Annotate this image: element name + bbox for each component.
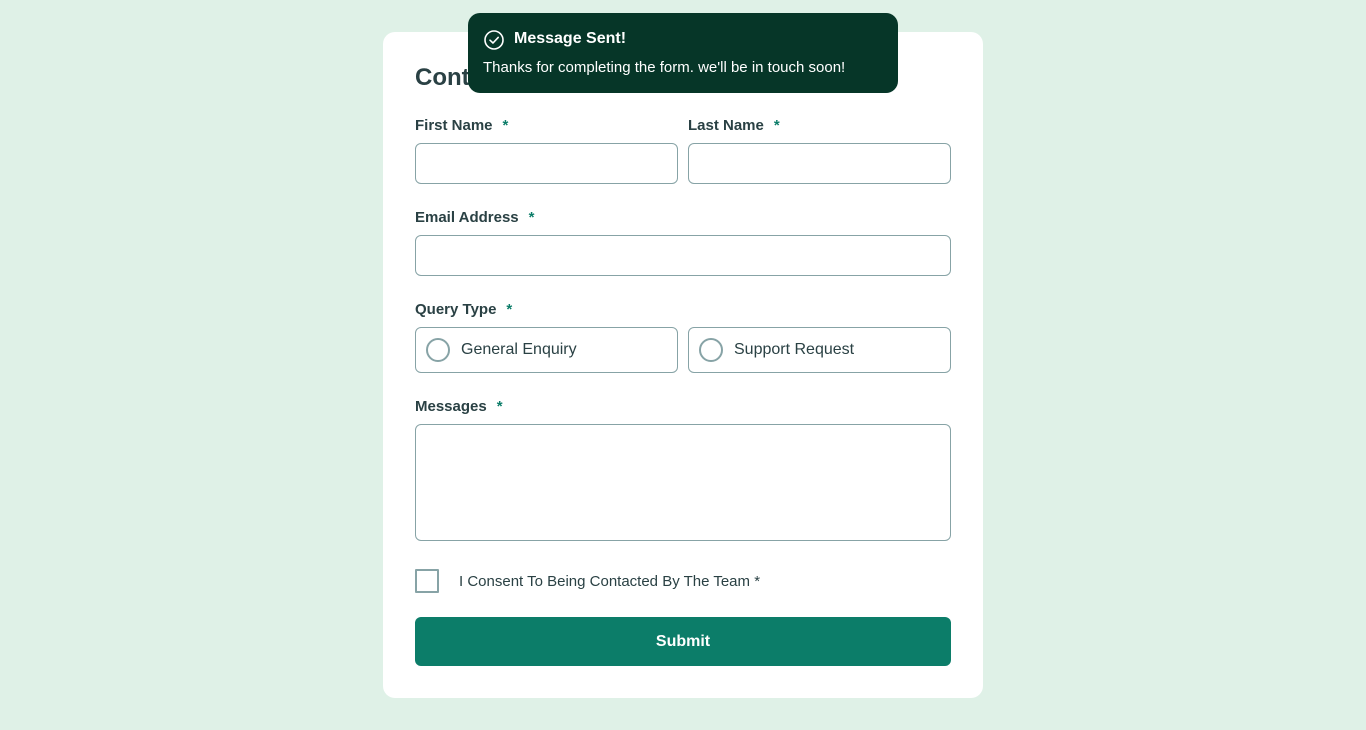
consent-label: I Consent To Being Contacted By The Team…: [459, 573, 760, 590]
email-label: Email Address *: [415, 209, 535, 226]
check-circle-icon: [483, 29, 505, 51]
radio-circle-icon[interactable]: [699, 338, 723, 362]
required-marker: *: [528, 209, 535, 226]
required-marker: *: [496, 398, 503, 415]
last-name-label-text: Last Name: [688, 117, 764, 134]
toast-title: Message Sent!: [514, 30, 627, 47]
first-name-label: First Name *: [415, 117, 508, 134]
message-textarea[interactable]: [415, 424, 951, 541]
required-marker: *: [773, 117, 780, 134]
email-label-text: Email Address: [415, 209, 519, 226]
radio-circle-icon[interactable]: [426, 338, 450, 362]
first-name-input[interactable]: [415, 143, 678, 184]
last-name-label: Last Name *: [688, 117, 780, 134]
radio-general-enquiry[interactable]: General Enquiry: [415, 327, 678, 373]
consent-label-text: I Consent To Being Contacted By The Team: [459, 573, 751, 590]
first-name-label-text: First Name: [415, 117, 493, 134]
required-marker: *: [502, 117, 509, 134]
query-type-label: Query Type *: [415, 301, 512, 318]
message-label: Messages *: [415, 398, 503, 415]
radio-support-request[interactable]: Support Request: [688, 327, 951, 373]
query-type-label-text: Query Type: [415, 301, 497, 318]
success-toast: Message Sent! Thanks for completing the …: [468, 13, 898, 93]
submit-button[interactable]: Submit: [415, 617, 951, 666]
message-label-text: Messages: [415, 398, 487, 415]
consent-checkbox[interactable]: [415, 569, 439, 593]
last-name-input[interactable]: [688, 143, 951, 184]
required-marker: *: [506, 301, 513, 318]
toast-message: Thanks for completing the form. we'll be…: [483, 59, 846, 76]
email-input[interactable]: [415, 235, 951, 276]
consent-required-marker: *: [754, 573, 761, 590]
radio-support-request-label: Support Request: [734, 341, 855, 358]
radio-general-enquiry-label: General Enquiry: [461, 341, 577, 358]
